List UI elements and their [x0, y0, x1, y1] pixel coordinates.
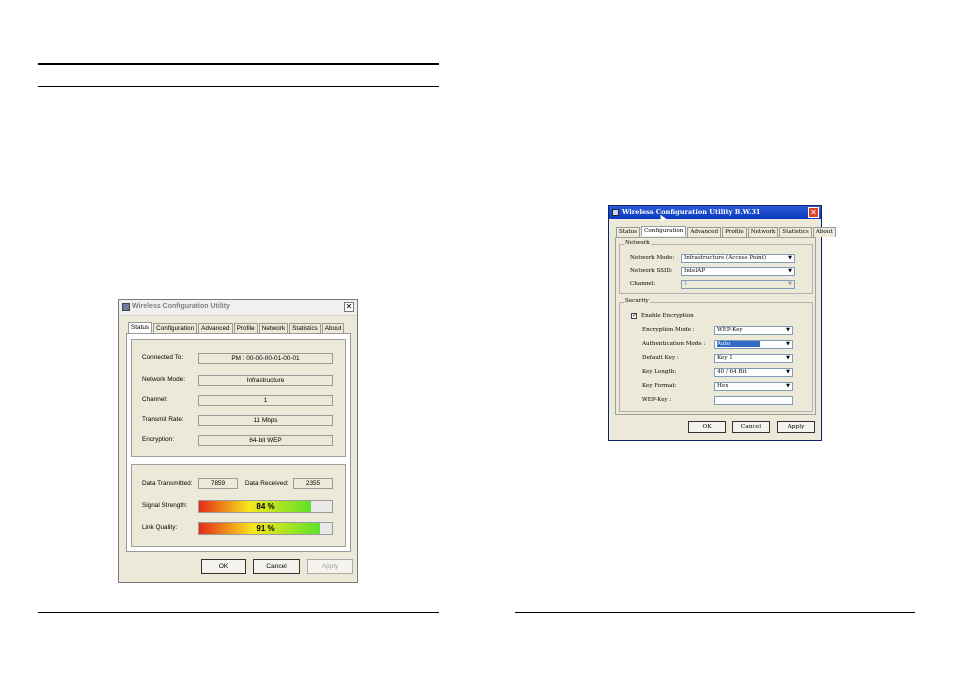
app-icon — [122, 303, 130, 311]
default-key-value: Key 1 — [717, 355, 733, 361]
network-ssid-label: Network SSID: — [630, 268, 673, 274]
authentication-mode-value: Auto — [717, 341, 761, 347]
enable-encryption-checkbox[interactable]: ✓ — [631, 313, 637, 319]
data-transmitted-label: Data Transmitted: — [142, 480, 193, 487]
tab-panel: Network Network Mode: Infrastructure (Ac… — [615, 237, 816, 415]
transmit-rate-value: 11 Mbps — [198, 415, 333, 426]
tab-configuration[interactable]: Configuration — [641, 226, 687, 236]
tab-about[interactable]: About — [812, 227, 836, 237]
signal-strength-bar: 84 % — [198, 500, 333, 513]
wep-key-input[interactable] — [714, 396, 793, 405]
network-ssid-value: IntelAP — [684, 268, 705, 274]
close-icon[interactable]: ✕ — [344, 302, 354, 312]
data-transmitted-value: 7859 — [198, 478, 238, 489]
title-bar[interactable]: Wireless Configuration Utility ✕ — [119, 300, 357, 316]
encryption-mode-value: WEP-Key — [717, 327, 743, 333]
footer-rule-right — [515, 612, 915, 613]
network-mode-label: Network Mode: — [630, 255, 675, 261]
close-icon[interactable]: ✕ — [808, 207, 819, 218]
encryption-mode-select[interactable]: WEP-Key ▼ — [714, 326, 793, 335]
key-length-label: Key Length: — [642, 369, 677, 375]
signal-strength-text: 84 % — [256, 502, 275, 511]
network-section: Network Network Mode: Infrastructure (Ac… — [619, 240, 813, 294]
chevron-down-icon: ▼ — [784, 369, 792, 376]
network-mode-value: Infrastructure — [198, 375, 333, 386]
key-length-select[interactable]: 40 / 64 Bit ▼ — [714, 368, 793, 377]
cancel-button[interactable]: Cancel — [732, 421, 770, 433]
footer-rule-left — [38, 612, 439, 613]
tab-profile[interactable]: Profile — [722, 227, 747, 237]
ok-button[interactable]: OK — [201, 559, 246, 574]
chevron-down-icon: ▼ — [786, 255, 794, 262]
tab-advanced[interactable]: Advanced — [687, 227, 722, 237]
chevron-down-icon: ▼ — [784, 341, 792, 348]
header-rule-top — [38, 63, 439, 65]
channel-select[interactable]: 1 ▼ — [681, 280, 795, 289]
encryption-mode-label: Encryption Mode : — [642, 327, 695, 333]
tab-bar: Status Configuration Advanced Profile Ne… — [616, 226, 837, 237]
connected-to-label: Connected To: — [142, 354, 184, 361]
statistics-group: Data Transmitted: 7859 Data Received: 23… — [131, 464, 346, 547]
default-key-select[interactable]: Key 1 ▼ — [714, 354, 793, 363]
tab-panel: Connected To: PM : 00-00-00-01-00-01 Net… — [126, 333, 351, 552]
default-key-label: Default Key : — [642, 355, 679, 361]
configuration-dialog: Wireless Configuration Utility B.W.31 ✕ … — [608, 205, 836, 441]
apply-button[interactable]: Apply — [307, 559, 353, 574]
network-ssid-select[interactable]: IntelAP ▼ — [681, 267, 795, 276]
tab-status[interactable]: Status — [128, 322, 153, 333]
tab-status[interactable]: Status — [616, 227, 641, 237]
link-quality-bar: 91 % — [198, 522, 333, 535]
chevron-down-icon: ▼ — [784, 327, 792, 334]
chevron-down-icon: ▼ — [784, 383, 792, 390]
connection-info-group: Connected To: PM : 00-00-00-01-00-01 Net… — [131, 339, 346, 457]
security-section-title: Security — [624, 298, 650, 304]
app-icon — [612, 209, 619, 216]
transmit-rate-label: Transmit Rate: — [142, 416, 184, 423]
signal-strength-label: Signal Strength: — [142, 502, 188, 509]
wep-key-label: WEP-Key : — [642, 397, 672, 403]
channel-label: Channel: — [142, 396, 168, 403]
encryption-label: Encryption: — [142, 436, 174, 443]
ok-button[interactable]: OK — [688, 421, 726, 433]
link-quality-label: Link Quality: — [142, 524, 178, 531]
tab-statistics[interactable]: Statistics — [779, 227, 812, 237]
chevron-down-icon: ▼ — [786, 268, 794, 275]
key-length-value: 40 / 64 Bit — [717, 369, 747, 375]
chevron-down-icon: ▼ — [786, 281, 794, 288]
link-quality-text: 91 % — [256, 524, 275, 533]
network-mode-label: Network Mode: — [142, 376, 185, 383]
tab-network[interactable]: Network — [747, 227, 779, 237]
title-bar[interactable]: Wireless Configuration Utility B.W.31 ✕ — [609, 206, 821, 219]
window-title: Wireless Configuration Utility B.W.31 — [622, 208, 761, 216]
network-mode-select[interactable]: Infrastructure (Access Point) ▼ — [681, 254, 795, 263]
chevron-down-icon: ▼ — [784, 355, 792, 362]
connected-to-value: PM : 00-00-00-01-00-01 — [198, 353, 333, 364]
apply-button[interactable]: Apply — [777, 421, 815, 433]
encryption-value: 64-bit WEP — [198, 435, 333, 446]
security-section: Security ✓ Enable Encryption Encryption … — [619, 298, 813, 412]
authentication-mode-label: Authentication Mode : — [642, 341, 706, 347]
key-format-value: Hex — [717, 383, 729, 389]
status-dialog: Wireless Configuration Utility ✕ Status … — [118, 299, 358, 583]
key-format-label: Key Format: — [642, 383, 677, 389]
channel-value: 1 — [684, 281, 688, 287]
channel-label: Channel: — [630, 281, 656, 287]
window-title: Wireless Configuration Utility — [132, 303, 230, 310]
data-received-value: 2355 — [293, 478, 333, 489]
channel-value: 1 — [198, 395, 333, 406]
network-mode-value: Infrastructure (Access Point) — [684, 255, 767, 261]
key-format-select[interactable]: Hex ▼ — [714, 382, 793, 391]
authentication-mode-select[interactable]: Auto ▼ — [714, 340, 793, 349]
cancel-button[interactable]: Cancel — [253, 559, 300, 574]
header-rule-bottom — [38, 86, 439, 87]
data-received-label: Data Received: — [245, 480, 289, 487]
enable-encryption-label: Enable Encryption — [641, 313, 694, 319]
network-section-title: Network — [624, 240, 651, 246]
